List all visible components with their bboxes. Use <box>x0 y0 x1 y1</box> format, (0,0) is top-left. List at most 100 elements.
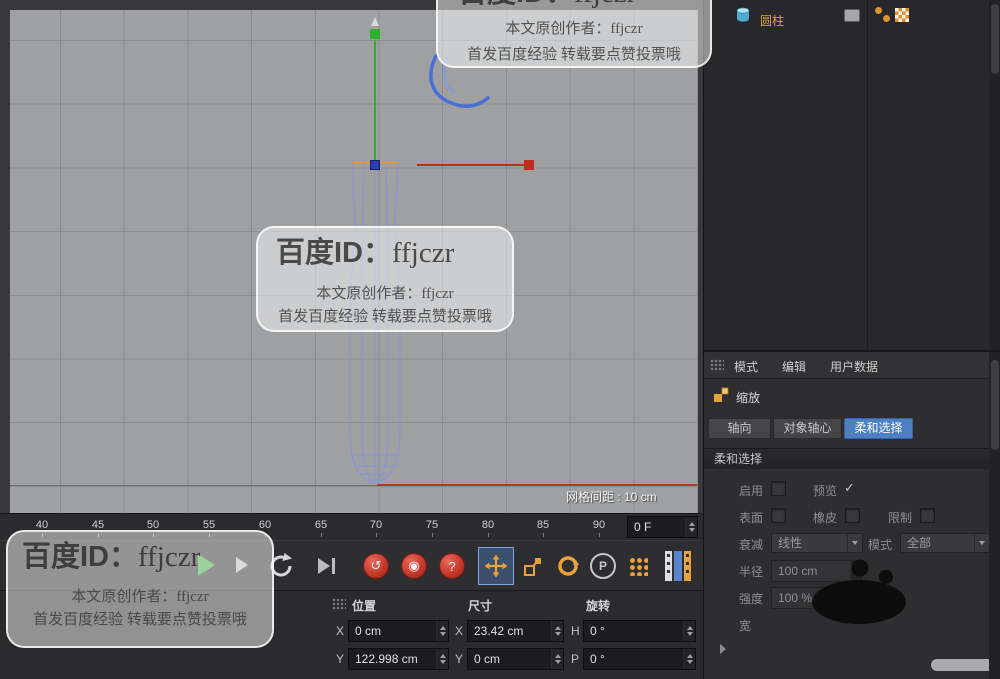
watermark-author-line: 本文原创作者：ffjczr <box>316 286 454 302</box>
right-panel: 圆柱 模式 编辑 用户数据 缩放 轴向 对象轴心 柔和选择 柔和选择 启用 预览… <box>703 0 1000 679</box>
limit-label: 限制 <box>887 511 912 525</box>
move-icon <box>484 554 508 578</box>
frame-stepper[interactable] <box>685 517 697 537</box>
width-label: 宽 <box>738 619 751 633</box>
coordinate-system-button[interactable]: P <box>586 547 620 585</box>
paw-watermark-blob <box>812 559 906 624</box>
goto-end-icon <box>317 558 330 574</box>
mode-label: 模式 <box>867 538 892 552</box>
gizmo-center-handle[interactable] <box>370 160 380 170</box>
scale-tool-button[interactable] <box>516 547 549 585</box>
rot-p-field[interactable]: 0 ° <box>583 648 696 670</box>
preview-checkmark[interactable]: ✓ <box>844 480 855 496</box>
c4d-window: 网格间距 : 10 cm 40 45 50 55 60 65 70 75 80 … <box>0 0 1000 679</box>
rubber-label: 橡皮 <box>812 511 837 525</box>
object-manager-scrollbar[interactable] <box>989 0 1000 350</box>
record-keyframe-icon: ↺ <box>370 558 382 573</box>
move-tool-button[interactable] <box>478 547 514 585</box>
timeline-tick: 65 <box>307 519 335 537</box>
menu-mode[interactable]: 模式 <box>734 358 758 375</box>
autokey-icon: ◉ <box>408 558 420 573</box>
dots-grid-icon <box>628 556 648 576</box>
current-frame-field[interactable]: 0 F <box>627 516 698 538</box>
object-name: 圆柱 <box>760 14 785 28</box>
p-coordinate-icon: P <box>590 553 616 579</box>
surface-checkbox[interactable] <box>771 508 786 523</box>
enable-checkbox[interactable] <box>771 481 786 496</box>
timeline-tick: 85 <box>529 519 557 537</box>
record-keyframe-button[interactable]: ↺ <box>363 553 389 579</box>
keyframe-options-icon: ? <box>448 558 456 574</box>
size-x-stepper[interactable] <box>551 621 563 641</box>
soft-selection-section-header[interactable]: 柔和选择 <box>704 448 1000 469</box>
rotate-icon <box>557 556 579 576</box>
display-color-icon[interactable] <box>895 8 909 22</box>
size-header: 尺寸 <box>468 599 493 613</box>
panel-handle-icon[interactable] <box>332 598 346 611</box>
scale-gizmo-y-axis[interactable] <box>370 29 380 160</box>
animation-palette-button[interactable] <box>658 545 698 587</box>
object-manager[interactable]: 圆柱 <box>704 0 1000 350</box>
timeline-tick: 75 <box>418 519 446 537</box>
watermark-top: 百度ID：ffjczr 本文原创作者：ffjczr 首发百度经验 转载要点赞投票… <box>436 0 712 68</box>
pos-y-label: Y <box>336 652 345 666</box>
enable-label: 启用 <box>738 484 763 498</box>
current-tool-label: 缩放 <box>736 391 761 405</box>
size-y-field[interactable]: 0 cm <box>467 648 564 670</box>
keyframe-options-button[interactable]: ? <box>439 553 465 579</box>
radius-label: 半径 <box>738 565 763 579</box>
goto-end-button[interactable] <box>308 549 344 583</box>
watermark-bottom: 百度ID：ffjczr 本文原创作者：ffjczr 首发百度经验 转载要点赞投票… <box>6 530 274 648</box>
falloff-label: 衰减 <box>738 538 763 552</box>
rotation-header: 旋转 <box>586 599 611 613</box>
tab-object-axis[interactable]: 对象轴心 <box>773 418 842 439</box>
mode-dropdown[interactable]: 全部 <box>900 533 990 553</box>
rubber-checkbox[interactable] <box>845 508 860 523</box>
watermark-footer-line: 首发百度经验 转载要点赞投票哦 <box>278 309 492 325</box>
timeline-tick: 80 <box>474 519 502 537</box>
rot-h-field[interactable]: 0 ° <box>583 620 696 642</box>
preview-label: 预览 <box>812 484 837 498</box>
pos-x-stepper[interactable] <box>436 621 448 641</box>
size-y-label: Y <box>455 652 464 666</box>
position-header: 位置 <box>352 599 377 613</box>
axis-arrowhead-icon <box>371 17 379 26</box>
timeline-tick: 90 <box>585 519 613 537</box>
menu-userdata[interactable]: 用户数据 <box>830 358 878 375</box>
pos-x-field[interactable]: 0 cm <box>348 620 449 642</box>
size-x-field[interactable]: 23.42 cm <box>467 620 564 642</box>
menu-edit[interactable]: 编辑 <box>782 358 806 375</box>
watermark-author-line: 本文原创作者：ffjczr <box>71 589 209 605</box>
tab-axis[interactable]: 轴向 <box>708 418 771 439</box>
surface-label: 表面 <box>738 511 763 525</box>
object-row[interactable]: 圆柱 <box>704 4 864 28</box>
watermark-center: 百度ID：ffjczr 本文原创作者：ffjczr 首发百度经验 转载要点赞投票… <box>256 226 514 332</box>
render-visibility-dot[interactable] <box>883 15 890 22</box>
limit-checkbox[interactable] <box>920 508 935 523</box>
rot-h-stepper[interactable] <box>683 621 695 641</box>
rotate-tool-button[interactable] <box>550 547 585 585</box>
rot-p-stepper[interactable] <box>683 649 695 669</box>
watermark-footer-line: 首发百度经验 转载要点赞投票哦 <box>467 47 681 63</box>
expand-arrow-icon[interactable] <box>720 644 726 654</box>
scale-gizmo-x-axis[interactable] <box>417 160 534 170</box>
size-y-stepper[interactable] <box>551 649 563 669</box>
scale-icon <box>523 558 541 576</box>
current-frame-value: 0 F <box>634 520 652 534</box>
editor-visibility-dot[interactable] <box>875 7 882 14</box>
pos-y-field[interactable]: 122.998 cm <box>348 648 449 670</box>
watermark-footer-line: 首发百度经验 转载要点赞投票哦 <box>33 612 247 628</box>
size-x-label: X <box>455 624 464 638</box>
panel-handle-icon[interactable] <box>710 359 724 372</box>
watermark-author-line: 本文原创作者：ffjczr <box>505 21 643 37</box>
tab-soft-selection[interactable]: 柔和选择 <box>844 418 913 439</box>
strength-label: 强度 <box>738 592 763 606</box>
attribute-scrollbar[interactable] <box>989 352 1000 679</box>
timeline-tick: 70 <box>362 519 390 537</box>
attribute-manager: 模式 编辑 用户数据 缩放 轴向 对象轴心 柔和选择 柔和选择 启用 预览 ✓ … <box>704 350 1000 679</box>
layer-icon[interactable] <box>844 9 860 22</box>
falloff-dropdown[interactable]: 线性 <box>771 533 863 553</box>
snap-points-button[interactable] <box>621 547 655 585</box>
pos-y-stepper[interactable] <box>436 649 448 669</box>
autokeying-button[interactable]: ◉ <box>401 553 427 579</box>
